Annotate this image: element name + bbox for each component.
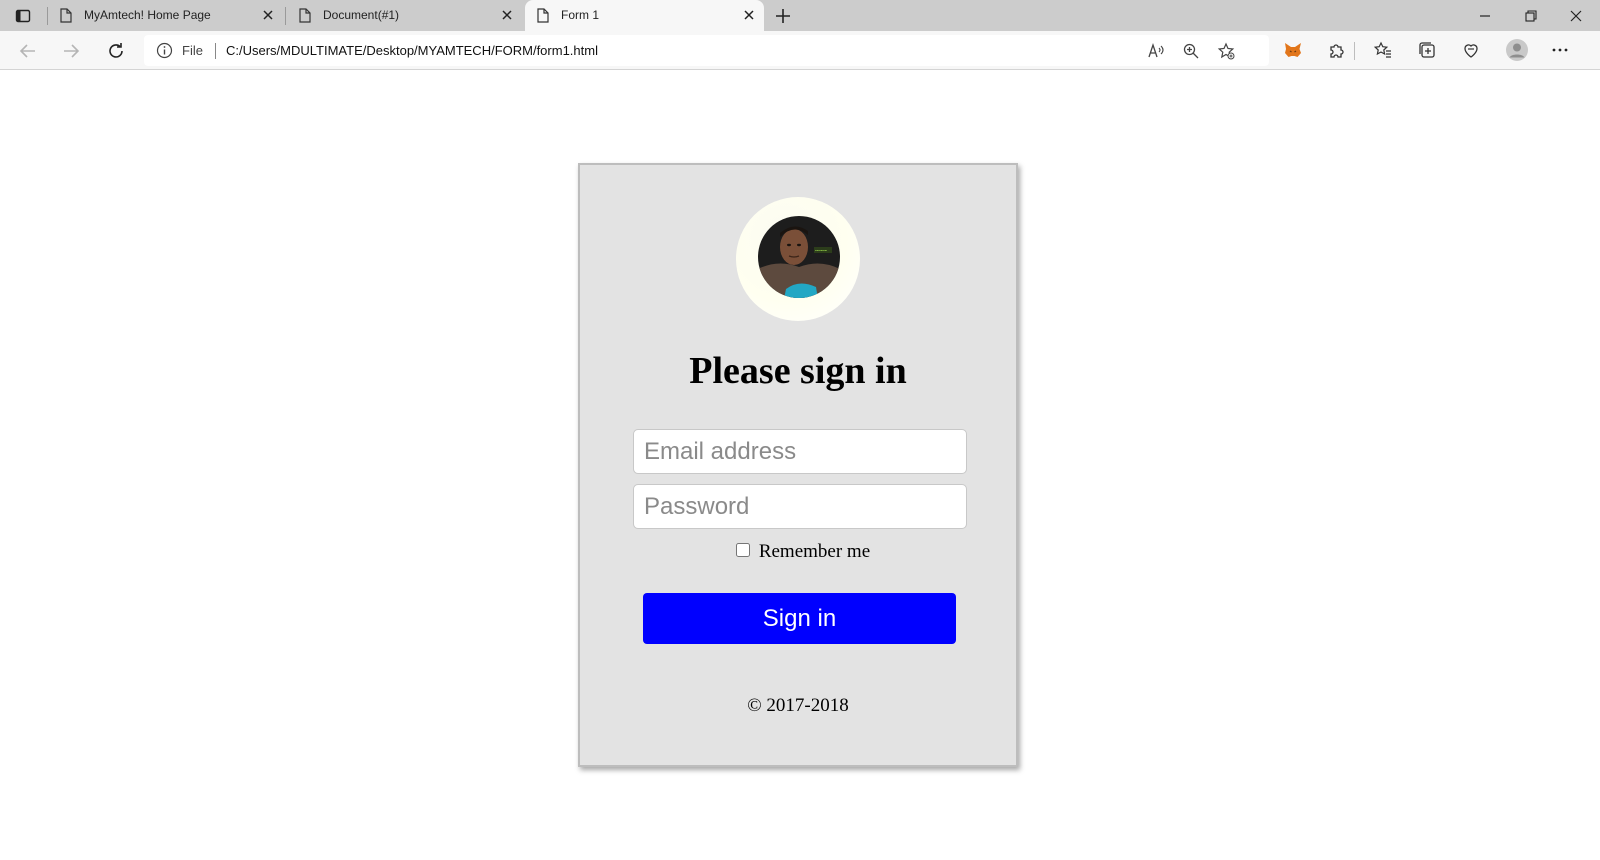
star-add-icon[interactable] xyxy=(1217,42,1235,60)
tab-title: Form 1 xyxy=(561,8,600,22)
document-icon xyxy=(299,8,311,26)
puzzle-icon[interactable] xyxy=(1327,40,1347,60)
tab-strip: MyAmtech! Home Page Document(#1) Form 1 xyxy=(0,0,1600,31)
svg-text:⁓⁓⁓: ⁓⁓⁓ xyxy=(815,248,827,253)
more-icon[interactable] xyxy=(1550,40,1570,60)
profile-icon[interactable] xyxy=(1505,38,1529,62)
address-separator xyxy=(215,43,216,59)
sign-in-button[interactable]: Sign in xyxy=(643,593,956,644)
email-field[interactable] xyxy=(633,429,967,474)
scheme-label: File xyxy=(182,43,203,58)
plus-icon[interactable] xyxy=(772,5,794,27)
toolbar-separator xyxy=(1354,42,1355,60)
tab-actions-icon[interactable] xyxy=(12,5,34,27)
document-icon xyxy=(537,8,549,26)
copyright-text: © 2017-2018 xyxy=(747,695,849,716)
collections-icon[interactable] xyxy=(1417,40,1437,60)
signin-card: ⁓⁓⁓ Please sign in Remember me Sign in ©… xyxy=(578,163,1018,767)
remember-me-checkbox[interactable] xyxy=(735,543,750,557)
tab-form1[interactable]: Form 1 xyxy=(525,0,764,31)
arrow-left-icon[interactable] xyxy=(17,40,39,62)
minimize-icon[interactable] xyxy=(1476,7,1494,25)
heart-icon[interactable] xyxy=(1461,40,1481,60)
close-icon[interactable] xyxy=(500,8,514,22)
url-text[interactable]: C:/Users/MDULTIMATE/Desktop/MYAMTECH/FOR… xyxy=(226,43,598,58)
zoom-icon[interactable] xyxy=(1182,42,1200,60)
arrow-right-icon[interactable] xyxy=(60,40,82,62)
password-field[interactable] xyxy=(633,484,967,529)
tab-document[interactable]: Document(#1) xyxy=(287,0,522,31)
restore-icon[interactable] xyxy=(1522,7,1540,25)
avatar: ⁓⁓⁓ xyxy=(736,197,860,321)
remember-me-row[interactable]: Remember me xyxy=(580,541,1016,563)
document-icon xyxy=(60,8,72,26)
fox-icon[interactable] xyxy=(1283,40,1303,60)
tab-separator xyxy=(285,7,286,25)
favorites-icon[interactable] xyxy=(1373,40,1393,60)
remember-me-label: Remember me xyxy=(758,541,871,562)
page-title: Please sign in xyxy=(689,350,907,392)
close-icon[interactable] xyxy=(261,8,275,22)
close-icon[interactable] xyxy=(742,8,756,22)
tab-myamtech[interactable]: MyAmtech! Home Page xyxy=(48,0,283,31)
tab-title: MyAmtech! Home Page xyxy=(84,8,211,22)
close-window-icon[interactable] xyxy=(1567,7,1585,25)
refresh-icon[interactable] xyxy=(105,40,127,62)
read-aloud-icon[interactable] xyxy=(1147,42,1165,60)
address-bar[interactable]: File C:/Users/MDULTIMATE/Desktop/MYAMTEC… xyxy=(144,35,1269,66)
tab-title: Document(#1) xyxy=(323,8,400,22)
info-icon[interactable] xyxy=(156,42,173,64)
browser-toolbar: File C:/Users/MDULTIMATE/Desktop/MYAMTEC… xyxy=(0,31,1600,70)
avatar-photo: ⁓⁓⁓ xyxy=(758,216,840,298)
